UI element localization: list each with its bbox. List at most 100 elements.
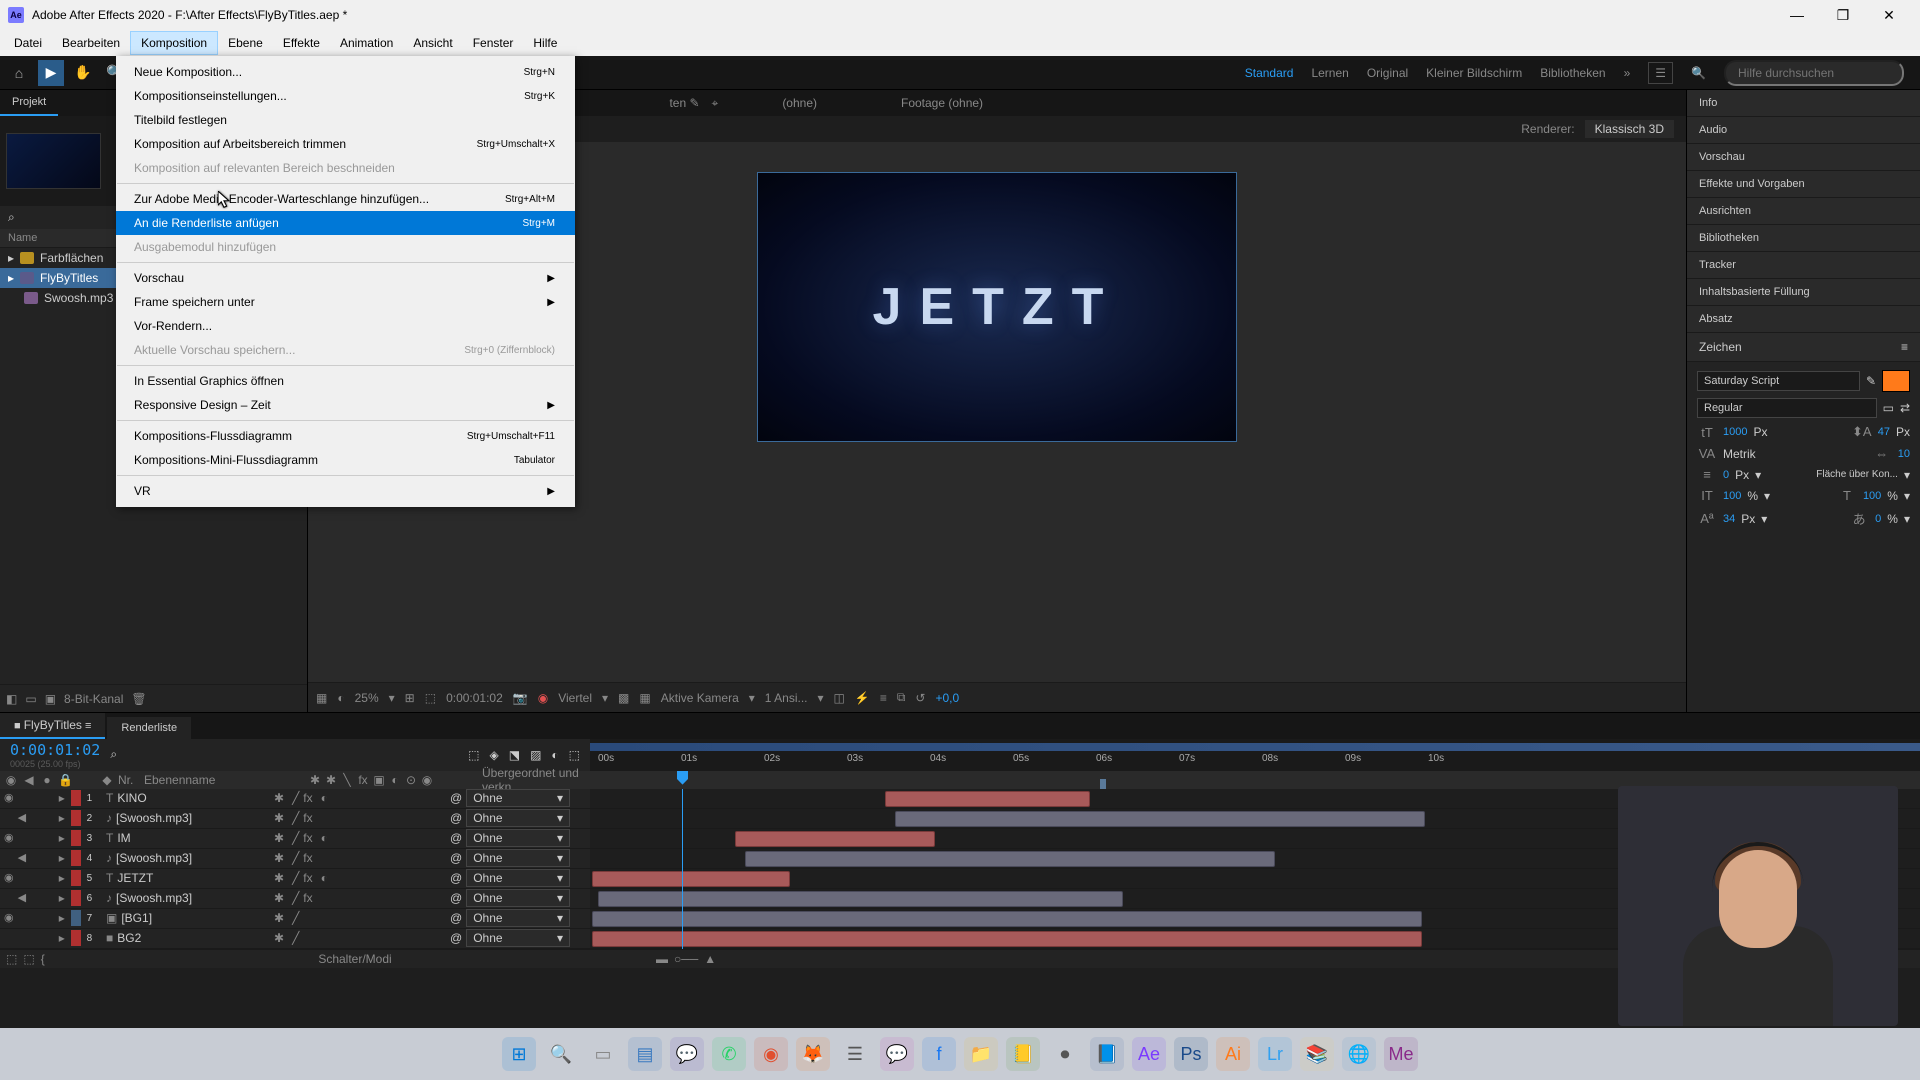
search-icon[interactable]: ⌕: [110, 747, 117, 762]
menu-hilfe[interactable]: Hilfe: [523, 32, 567, 54]
layer-name[interactable]: ▣[BG1]: [100, 911, 270, 925]
parent-select[interactable]: Ohne▾: [466, 789, 570, 807]
lock-ający[interactable]: [45, 911, 57, 925]
switch[interactable]: ✱: [274, 891, 284, 905]
workspace-original[interactable]: Original: [1367, 66, 1408, 80]
snapshot-icon[interactable]: 📷: [513, 691, 528, 705]
audio-toggle[interactable]: [18, 791, 30, 805]
menu-item[interactable]: Vor-Rendern...: [116, 314, 575, 338]
chevron-down-icon[interactable]: ▾: [389, 691, 395, 705]
menu-item[interactable]: Neue Komposition...Strg+N: [116, 60, 575, 84]
parent-select[interactable]: Ohne▾: [466, 889, 570, 907]
layer-clip[interactable]: [598, 891, 1123, 907]
composition-canvas[interactable]: JETZT: [757, 172, 1237, 442]
time-ruler[interactable]: 00s01s02s03s04s05s06s07s08s09s10s: [590, 739, 1920, 771]
switch[interactable]: ✱: [274, 871, 284, 885]
close-button[interactable]: ✕: [1866, 0, 1912, 30]
parent-select[interactable]: Ohne▾: [466, 929, 570, 947]
zoom-in-icon[interactable]: ▲: [704, 952, 716, 966]
visibility-toggle[interactable]: ◉: [4, 871, 16, 885]
layer-name[interactable]: ■BG2: [100, 931, 270, 945]
audio-toggle[interactable]: ◀: [18, 851, 30, 865]
layer-row[interactable]: ◀▸6♪[Swoosh.mp3]✱ ╱fx@Ohne▾: [0, 889, 590, 909]
tsume-value[interactable]: 0: [1875, 513, 1881, 525]
taskbar-app-icon[interactable]: 📘: [1090, 1037, 1124, 1071]
tab-snap-icon[interactable]: ⌖: [712, 96, 719, 111]
draft3d-icon[interactable]: ◈: [489, 748, 498, 762]
switches-modes-toggle[interactable]: Schalter/Modi: [318, 952, 391, 966]
switch[interactable]: ✱: [274, 791, 284, 805]
toggle-switches-icon[interactable]: ⬚: [6, 952, 17, 966]
lock-ający[interactable]: [45, 791, 57, 805]
expand-icon[interactable]: ▸: [59, 831, 69, 845]
label-color[interactable]: [71, 810, 81, 826]
menu-item[interactable]: Kompositions-FlussdiagrammStrg+Umschalt+…: [116, 424, 575, 448]
panel-bibliotheken[interactable]: Bibliotheken: [1687, 225, 1920, 252]
solo-toggle[interactable]: [31, 931, 43, 945]
timeline-tab-render[interactable]: Renderliste: [107, 717, 191, 739]
workspace-lernen[interactable]: Lernen: [1311, 66, 1348, 80]
taskbar-app-icon[interactable]: Ps: [1174, 1037, 1208, 1071]
audio-toggle[interactable]: [18, 871, 30, 885]
menu-item[interactable]: Responsive Design – Zeit▶: [116, 393, 575, 417]
timeline-tab-comp[interactable]: ■ FlyByTitles ≡: [0, 713, 105, 739]
panel-audio[interactable]: Audio: [1687, 117, 1920, 144]
expand-icon[interactable]: ▸: [59, 911, 69, 925]
switch[interactable]: ╱: [292, 931, 299, 945]
zoom-slider[interactable]: ○──: [674, 952, 698, 966]
lock-ający[interactable]: [45, 871, 57, 885]
menu-datei[interactable]: Datei: [4, 32, 52, 54]
chevron-down-icon[interactable]: ▾: [1764, 489, 1770, 503]
switch[interactable]: ✱: [274, 831, 284, 845]
switch[interactable]: ╱: [292, 851, 299, 865]
panel-contentaware[interactable]: Inhaltsbasierte Füllung: [1687, 279, 1920, 306]
lock-ający[interactable]: [45, 811, 57, 825]
menu-bearbeiten[interactable]: Bearbeiten: [52, 32, 130, 54]
switch[interactable]: ╱: [292, 831, 299, 845]
panel-zeichen-header[interactable]: Zeichen ≡: [1687, 333, 1920, 362]
workspace-standard[interactable]: Standard: [1245, 66, 1294, 80]
menu-effekte[interactable]: Effekte: [273, 32, 330, 54]
audio-toggle[interactable]: [18, 911, 30, 925]
eyedropper-icon[interactable]: ✎: [1866, 374, 1876, 388]
taskbar-app-icon[interactable]: ☰: [838, 1037, 872, 1071]
solo-toggle[interactable]: [31, 891, 43, 905]
chevron-down-icon[interactable]: ▾: [1761, 512, 1767, 526]
panel-menu-icon[interactable]: ≡: [1901, 340, 1908, 354]
switch[interactable]: ╱: [292, 911, 299, 925]
label-color[interactable]: [71, 850, 81, 866]
timeline-icon[interactable]: ≡: [880, 691, 887, 705]
layer-tab-label[interactable]: (ohne): [782, 96, 817, 110]
lock-ający[interactable]: [45, 851, 57, 865]
taskbar-app-icon[interactable]: 🔍: [544, 1037, 578, 1071]
switch-col-icon[interactable]: ⊙: [404, 773, 418, 787]
flowchart-icon[interactable]: ⧉: [897, 690, 906, 705]
panel-info[interactable]: Info: [1687, 90, 1920, 117]
vscale-value[interactable]: 100: [1723, 490, 1741, 502]
pickwhip-icon[interactable]: @: [450, 811, 462, 825]
pickwhip-icon[interactable]: @: [450, 931, 462, 945]
chevron-down-icon[interactable]: ▾: [1904, 468, 1910, 482]
menu-ebene[interactable]: Ebene: [218, 32, 273, 54]
taskbar-app-icon[interactable]: ▤: [628, 1037, 662, 1071]
audio-toggle[interactable]: ◀: [18, 811, 30, 825]
pickwhip-icon[interactable]: @: [450, 791, 462, 805]
menu-animation[interactable]: Animation: [330, 32, 403, 54]
channel-icon[interactable]: ◉: [538, 691, 548, 705]
label-color[interactable]: [71, 930, 81, 946]
pickwhip-icon[interactable]: @: [450, 891, 462, 905]
swap-colors-icon[interactable]: ⇄: [1900, 401, 1910, 415]
taskbar-app-icon[interactable]: f: [922, 1037, 956, 1071]
switch-col-icon[interactable]: ◐: [388, 773, 402, 787]
taskbar-app-icon[interactable]: Ai: [1216, 1037, 1250, 1071]
audio-toggle[interactable]: [18, 931, 30, 945]
current-timecode[interactable]: 0:00:01:02: [10, 741, 100, 759]
renderer-value[interactable]: Klassisch 3D: [1585, 120, 1674, 138]
taskbar-app-icon[interactable]: 📒: [1006, 1037, 1040, 1071]
switch[interactable]: ╱: [292, 891, 299, 905]
switch[interactable]: fx: [303, 851, 312, 865]
pickwhip-icon[interactable]: @: [450, 871, 462, 885]
switch[interactable]: ✱: [274, 851, 284, 865]
visibility-toggle[interactable]: ◉: [4, 831, 16, 845]
fast-preview-icon[interactable]: ⚡: [855, 691, 870, 705]
